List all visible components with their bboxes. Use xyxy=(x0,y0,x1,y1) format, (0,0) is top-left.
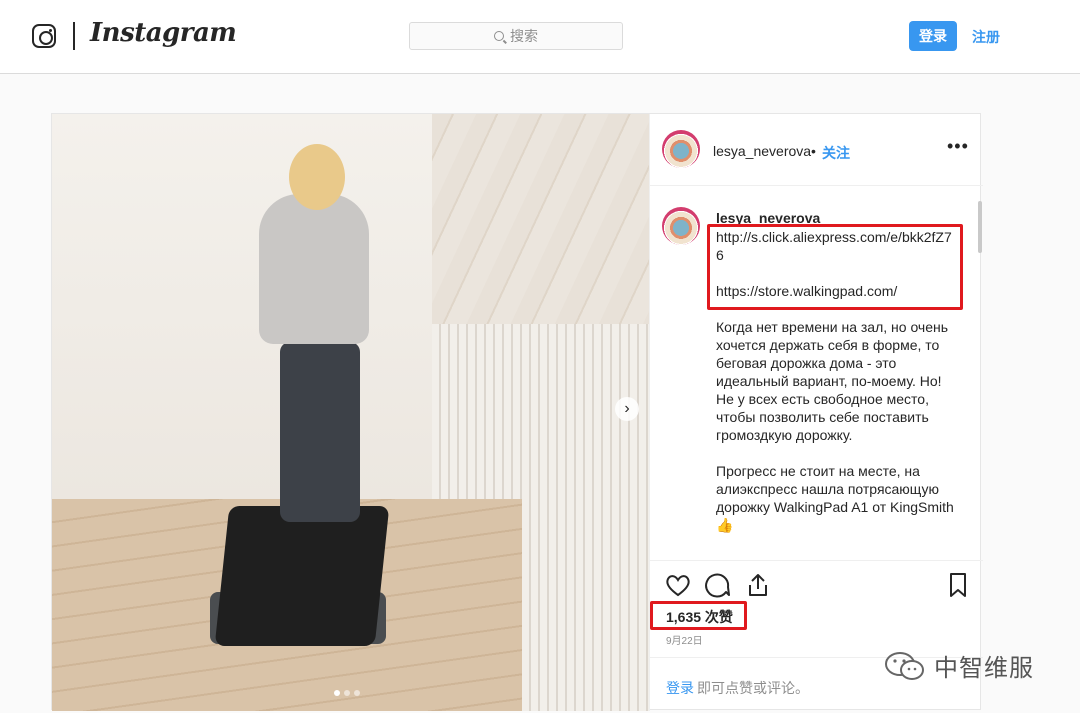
caption-scrollbar[interactable] xyxy=(978,201,982,253)
post-date[interactable]: 9月22日 xyxy=(666,632,703,647)
photo-person-body xyxy=(259,194,369,344)
post-username[interactable]: lesya_neverova xyxy=(713,143,811,159)
follow-button[interactable]: 关注 xyxy=(822,143,850,163)
carousel-dots xyxy=(334,690,360,696)
likes-count[interactable]: 1,635 次赞 xyxy=(666,607,733,627)
links-highlight-box xyxy=(707,224,963,310)
carousel-dot xyxy=(334,690,340,696)
post-actions: 1,635 次赞 9月22日 登录 即可点赞或评论。 xyxy=(650,560,983,710)
wechat-icon xyxy=(885,651,924,680)
more-options-icon[interactable]: ••• xyxy=(947,136,969,157)
top-navigation: Instagram 搜索 登录 注册 xyxy=(0,0,1080,74)
signup-link[interactable]: 注册 xyxy=(972,27,1000,47)
caption-avatar[interactable] xyxy=(662,207,700,245)
instagram-camera-icon[interactable] xyxy=(32,24,56,48)
post-photo[interactable]: › xyxy=(52,114,649,711)
like-heart-icon[interactable] xyxy=(664,571,692,599)
caption-area[interactable]: lesya_neverova http://s.click.aliexpress… xyxy=(650,187,983,559)
wechat-watermark: 中智维服 xyxy=(884,648,1034,683)
search-placeholder: 搜索 xyxy=(510,28,538,44)
photo-treadmill xyxy=(214,506,390,646)
login-button[interactable]: 登录 xyxy=(909,21,957,51)
photo-person-legs xyxy=(280,342,360,522)
separator-dot: • xyxy=(811,143,816,159)
post-header: lesya_neverova • 关注 ••• xyxy=(650,114,983,186)
carousel-dot xyxy=(354,690,360,696)
post-side-panel: lesya_neverova • 关注 ••• lesya_neverova h… xyxy=(649,114,983,711)
post-card: › lesya_neverova • 关注 ••• lesya_neverova… xyxy=(51,113,983,711)
share-icon[interactable] xyxy=(744,571,772,599)
photo-wall xyxy=(52,114,432,499)
photo-person-head xyxy=(289,144,345,210)
avatar[interactable] xyxy=(662,130,700,168)
carousel-next-button[interactable]: › xyxy=(615,397,639,421)
watermark-text: 中智维服 xyxy=(934,654,1034,682)
search-input[interactable]: 搜索 xyxy=(409,22,623,50)
instagram-wordmark[interactable]: Instagram xyxy=(90,18,237,48)
carousel-dot xyxy=(344,690,350,696)
login-link[interactable]: 登录 xyxy=(666,678,694,698)
logo-divider xyxy=(73,22,75,50)
search-icon xyxy=(494,31,504,41)
bookmark-icon[interactable] xyxy=(944,571,972,599)
login-prompt-text: 即可点赞或评论。 xyxy=(697,680,809,696)
comment-icon[interactable] xyxy=(704,571,732,599)
photo-wallpaper xyxy=(432,114,649,324)
